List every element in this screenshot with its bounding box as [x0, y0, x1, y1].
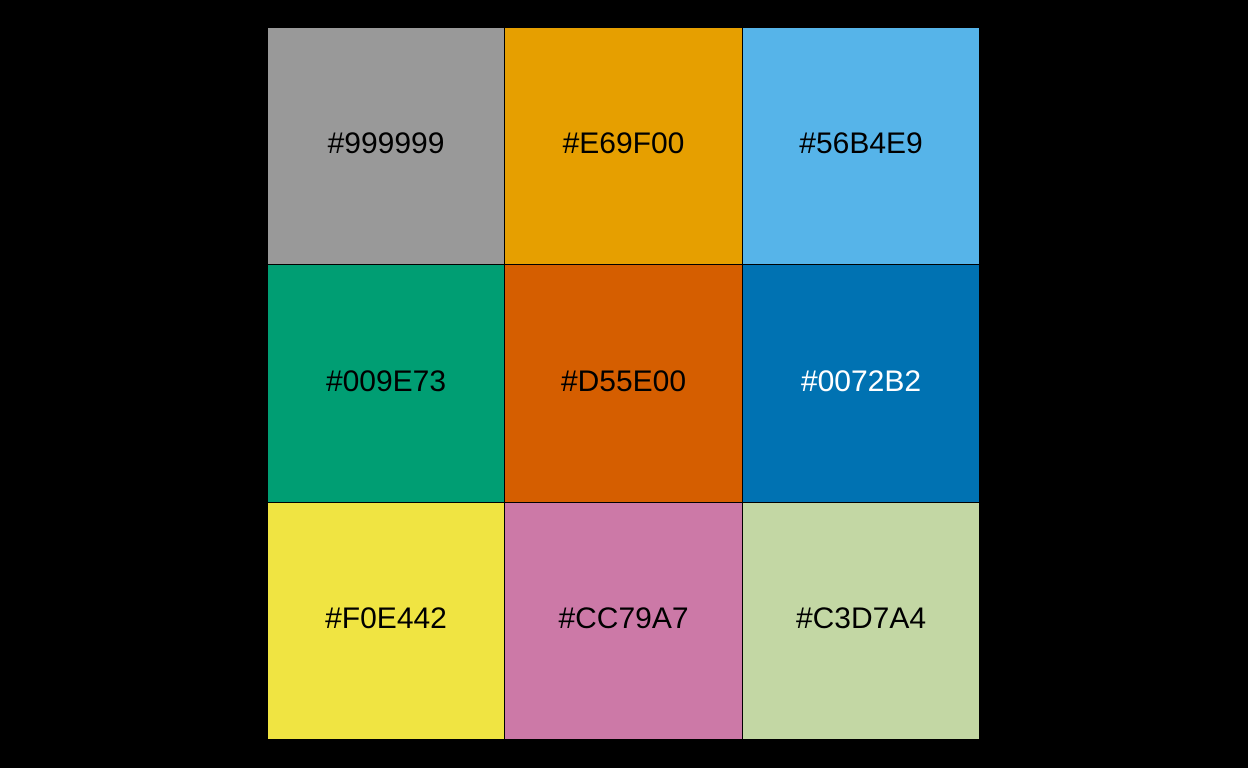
swatch-hex-label: #D55E00 [560, 364, 687, 398]
color-swatch: #0072B2 [743, 265, 979, 502]
color-swatch: #CC79A7 [505, 503, 742, 739]
color-swatch: #F0E442 [268, 503, 504, 739]
color-palette-grid: #999999 #E69F00 #56B4E9 #009E73 #D55E00 … [268, 28, 979, 739]
color-swatch: #999999 [268, 28, 504, 264]
swatch-hex-label: #F0E442 [325, 602, 447, 635]
swatch-hex-label: #CC79A7 [558, 602, 689, 635]
swatch-hex-label: #0072B2 [800, 364, 922, 398]
color-swatch: #D55E00 [505, 265, 742, 502]
color-swatch: #C3D7A4 [743, 503, 979, 739]
swatch-hex-label: #009E73 [325, 364, 447, 398]
swatch-hex-label: #C3D7A4 [795, 602, 927, 635]
color-swatch: #009E73 [268, 265, 504, 502]
swatch-hex-label: #56B4E9 [799, 127, 923, 160]
color-swatch: #56B4E9 [743, 28, 979, 264]
swatch-hex-label: #E69F00 [562, 127, 685, 160]
color-swatch: #E69F00 [505, 28, 742, 264]
swatch-hex-label: #999999 [327, 127, 445, 160]
